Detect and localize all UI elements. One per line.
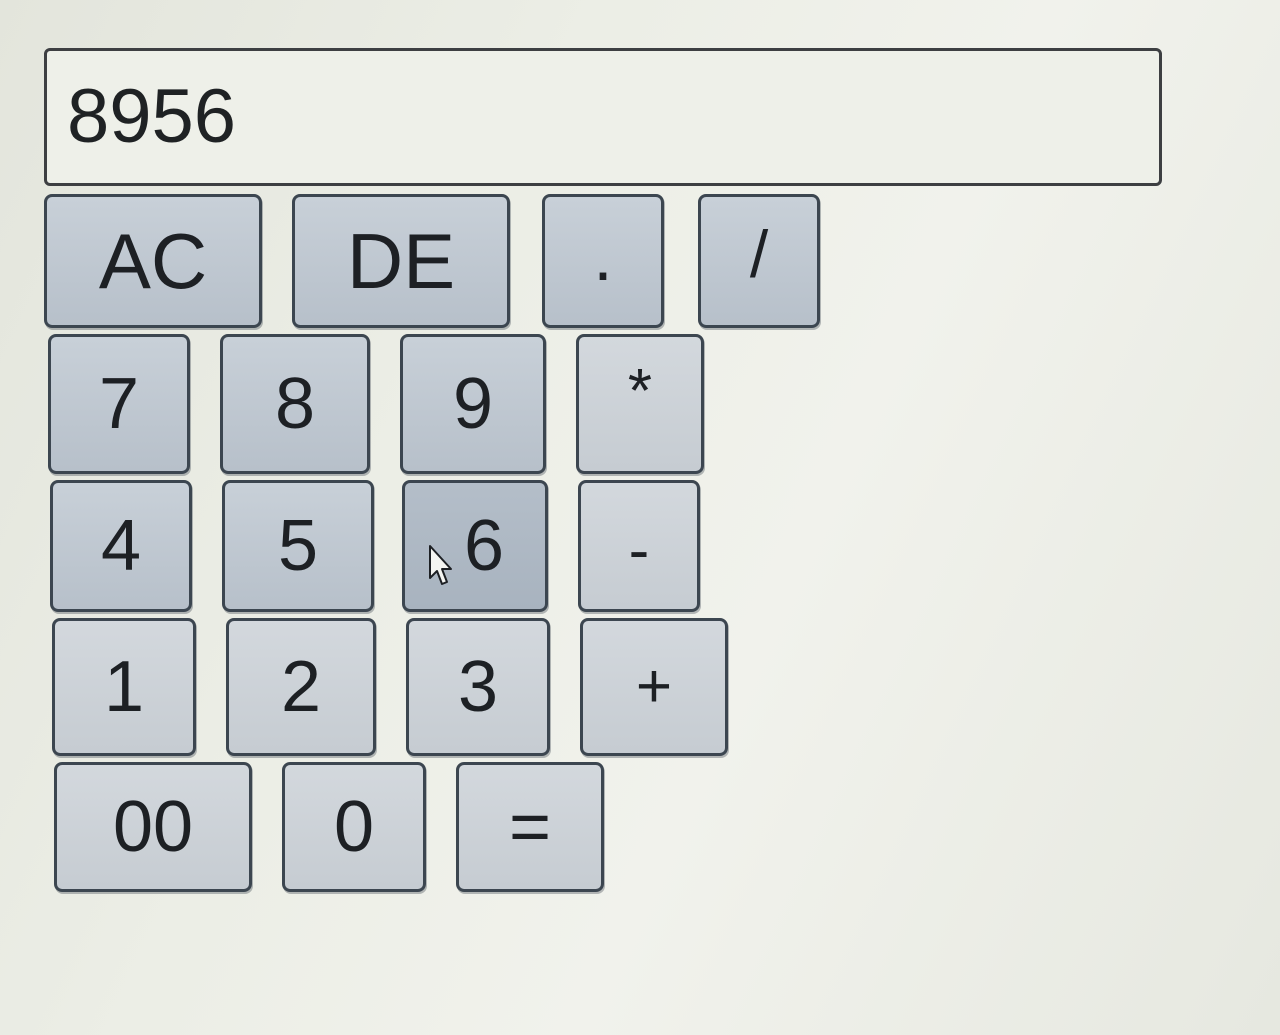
digit-9-button[interactable]: 9 xyxy=(400,334,546,474)
plus-label: + xyxy=(635,652,673,721)
digit-6-button[interactable]: 6 xyxy=(402,480,548,612)
digit-0-button[interactable]: 0 xyxy=(282,762,426,892)
digit-6-label: 6 xyxy=(463,506,505,586)
multiply-label: * xyxy=(627,357,653,426)
all-clear-button[interactable]: AC xyxy=(44,194,262,328)
plus-button[interactable]: + xyxy=(580,618,728,756)
mouse-pointer-icon xyxy=(429,545,452,585)
divide-label: / xyxy=(749,217,769,291)
multiply-button[interactable]: * xyxy=(576,334,704,474)
display-value: 8956 xyxy=(67,74,237,159)
calculator-display[interactable]: 8956 xyxy=(44,48,1162,186)
decimal-point-button[interactable]: . xyxy=(542,194,664,328)
equals-button[interactable]: = xyxy=(456,762,604,892)
digit-4-label: 4 xyxy=(100,506,142,586)
digit-1-label: 1 xyxy=(103,647,145,727)
all-clear-label: AC xyxy=(98,217,208,305)
delete-button[interactable]: DE xyxy=(292,194,510,328)
digit-2-button[interactable]: 2 xyxy=(226,618,376,756)
double-zero-button[interactable]: 00 xyxy=(54,762,252,892)
digit-8-label: 8 xyxy=(274,364,316,444)
decimal-point-label: . xyxy=(593,217,613,295)
divide-button[interactable]: / xyxy=(698,194,820,328)
digit-9-label: 9 xyxy=(452,364,494,444)
equals-label: = xyxy=(508,787,552,867)
minus-label: - xyxy=(628,516,650,585)
digit-8-button[interactable]: 8 xyxy=(220,334,370,474)
digit-3-button[interactable]: 3 xyxy=(406,618,550,756)
delete-label: DE xyxy=(346,217,456,305)
digit-4-button[interactable]: 4 xyxy=(50,480,192,612)
digit-7-button[interactable]: 7 xyxy=(48,334,190,474)
digit-5-button[interactable]: 5 xyxy=(222,480,374,612)
digit-3-label: 3 xyxy=(457,647,499,727)
minus-button[interactable]: - xyxy=(578,480,700,612)
digit-1-button[interactable]: 1 xyxy=(52,618,196,756)
digit-0-label: 0 xyxy=(333,787,375,867)
digit-5-label: 5 xyxy=(277,506,319,586)
double-zero-label: 00 xyxy=(112,787,194,867)
digit-2-label: 2 xyxy=(280,647,322,727)
calculator: 8956 AC DE . / 7 8 9 * 4 5 6 - 1 2 3 + 0… xyxy=(0,0,1280,1035)
digit-7-label: 7 xyxy=(98,364,140,444)
